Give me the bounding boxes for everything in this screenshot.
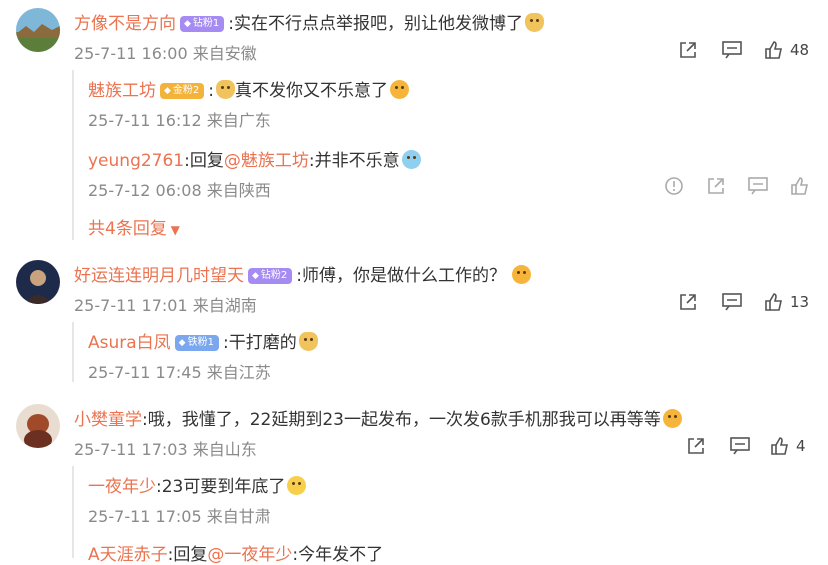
thumbs-up-icon[interactable] (768, 434, 792, 458)
username[interactable]: 方像不是方向 (74, 14, 176, 34)
username[interactable]: 好运连连明月几时望天 (74, 266, 244, 286)
comment-meta: 25-7-11 17:01 来自湖南 (74, 296, 257, 315)
share-icon[interactable] (676, 290, 700, 314)
kiss-emoji-icon (287, 476, 307, 495)
comment-meta: 25-7-11 17:03 来自山东 (74, 440, 257, 459)
comment-icon[interactable] (720, 290, 744, 314)
comment-icon[interactable] (728, 434, 752, 458)
reply-item: yeung2761:回复@魅族工坊:并非不乐意 (88, 146, 421, 171)
reply-username[interactable]: yeung2761 (88, 151, 184, 171)
fan-badge: ◆ 铁粉1 (174, 335, 219, 351)
comment-actions: 13 (676, 290, 809, 314)
comment-header: 小樊童学:哦，我懂了，22延期到23一起发布，一次发6款手机那我可以再等等 (74, 405, 682, 430)
cry-emoji-icon (401, 150, 421, 169)
reply-meta: 25-7-11 17:05 来自甘肃 (88, 507, 271, 526)
like-count: 48 (790, 41, 810, 59)
reply-meta: 25-7-11 16:12 来自广东 (88, 111, 271, 130)
share-icon[interactable] (684, 434, 708, 458)
comment-icon[interactable] (746, 174, 770, 198)
reply-username[interactable]: A天涯赤子 (88, 545, 168, 565)
reply-text: :并非不乐意 (308, 151, 400, 171)
fan-badge: ◆ 钻粉1 (180, 16, 225, 32)
reply-username[interactable]: 魅族工坊 (88, 81, 156, 101)
share-icon[interactable] (676, 38, 700, 62)
reply-text: 真不发你又不乐意了 (235, 81, 389, 101)
comment-icon[interactable] (720, 38, 744, 62)
thumbs-up-icon[interactable] (788, 174, 812, 198)
reply-username[interactable]: Asura白凤 (88, 333, 171, 353)
like-count: 13 (790, 293, 810, 311)
thumbs-up-icon[interactable] (762, 290, 786, 314)
like-count: 4 (796, 437, 806, 455)
username[interactable]: 小樊童学 (74, 410, 142, 430)
reply-username[interactable]: 一夜年少 (88, 477, 156, 497)
comment-actions: 4 (684, 434, 806, 458)
cat-emoji-icon (298, 332, 318, 351)
comment-meta: 25-7-11 16:00 来自安徽 (74, 44, 257, 63)
reply-meta: 25-7-11 17:45 来自江苏 (88, 363, 271, 382)
reply-item: Asura白凤 ◆ 铁粉1:干打磨的 (88, 328, 318, 353)
comment-header: 方像不是方向 ◆ 钻粉1:实在不行点点举报吧，别让他发微博了 (74, 9, 545, 34)
chevron-down-icon: ▼ (166, 223, 180, 237)
reply-text: :今年发不了 (292, 545, 384, 565)
smirk-emoji-icon (662, 409, 682, 428)
comment-header: 好运连连明月几时望天 ◆ 钻粉2:师傅，你是做什么工作的？ (74, 261, 532, 286)
reply-meta: 25-7-12 06:08 来自陕西 (88, 181, 271, 200)
mention-link[interactable]: @一夜年少 (207, 545, 292, 565)
avatar[interactable] (16, 404, 60, 448)
reply-actions (662, 174, 812, 198)
reply-item: 一夜年少:23可要到年底了 (88, 472, 307, 497)
fan-badge: ◆ 金粉2 (160, 83, 205, 99)
avatar[interactable] (16, 260, 60, 304)
comment-text: :哦，我懂了，22延期到23一起发布，一次发6款手机那我可以再等等 (142, 410, 661, 430)
share-icon[interactable] (704, 174, 728, 198)
reply-item: A天涯赤子:回复@一夜年少:今年发不了 (88, 545, 384, 565)
more-replies-link[interactable]: 共4条回复 ▼ (88, 214, 180, 239)
smile-emoji-icon (390, 80, 410, 99)
report-icon[interactable] (662, 174, 686, 198)
reply-thread (72, 466, 76, 558)
reply-text: :23可要到年底了 (156, 477, 286, 497)
comment-actions: 48 (676, 38, 809, 62)
comment-text: :实在不行点点举报吧，别让他发微博了 (228, 14, 524, 34)
reply-thread (72, 322, 76, 382)
mention-link[interactable]: @魅族工坊 (224, 151, 309, 171)
reply-item: 魅族工坊 ◆ 金粉2: 真不发你又不乐意了 (88, 76, 410, 101)
reply-thread (72, 70, 76, 240)
cat-emoji-icon (216, 80, 236, 99)
thumbs-up-icon[interactable] (762, 38, 786, 62)
cat-emoji-icon (525, 13, 545, 32)
comment-text: :师傅，你是做什么工作的？ (296, 266, 507, 286)
reply-text: :干打磨的 (222, 333, 297, 353)
smile-emoji-icon (512, 265, 532, 284)
avatar[interactable] (16, 8, 60, 52)
fan-badge: ◆ 钻粉2 (248, 268, 293, 284)
